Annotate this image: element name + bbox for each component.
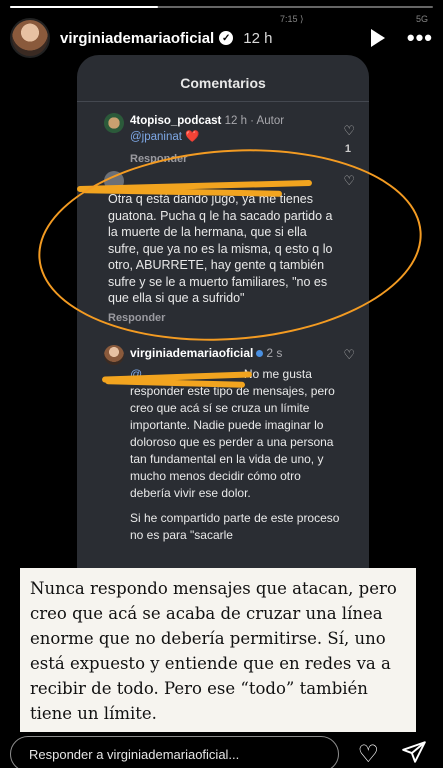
heart-emoji-icon: ❤️ [185,131,200,143]
commenter-avatar [104,113,124,133]
play-icon[interactable] [370,29,385,47]
like-heart-icon: ♡ [343,347,355,362]
reply-link: Responder [108,311,166,324]
comment-item: 4topiso_podcast 12 h · Autor @jpaninat ❤… [104,113,361,167]
avatar[interactable] [10,18,50,58]
like-heart-icon[interactable]: ♡ [357,740,379,768]
like-heart-icon: ♡ [343,123,355,138]
story-time: 12 h [243,29,273,47]
story-progress-bar [10,6,433,8]
divider [77,101,369,102]
comment-username: virginiademariaoficial [130,346,254,360]
reply-input[interactable]: Responder a virginiademariaoficial... [10,736,340,768]
comment-meta: 12 h · Autor [224,115,285,127]
like-count: 1 [344,143,351,155]
comment-text-continued: Si he compartido parte de este proceso n… [130,511,340,542]
comment-username: 4topiso_podcast [130,115,222,127]
story-footer: Responder a virginiademariaoficial... ♡ [10,734,433,768]
send-icon[interactable] [401,739,427,768]
more-options-icon[interactable]: ••• [407,27,433,49]
comments-screenshot: Comentarios 4topiso_podcast 12 h · Autor… [77,55,369,585]
story-header: virginiademariaoficial ✓ 12 h ••• [10,16,433,60]
comment-mention: @jpaninat [130,131,182,143]
story-caption: Nunca respondo mensajes que atacan, pero… [20,568,416,732]
comments-title: Comentarios [180,75,266,91]
comment-text: Otra q está dando jugo, ya me tienes gua… [108,192,333,305]
story-progress-fill [10,6,159,8]
reply-link: Responder [130,153,188,165]
verified-badge-icon: ✓ [219,31,234,45]
verified-dot-icon [256,350,264,357]
commenter-avatar [104,345,124,365]
comment-meta: 2 s [266,346,283,360]
like-heart-icon: ♡ [343,173,355,188]
story-username[interactable]: virginiademariaoficial [60,30,214,47]
